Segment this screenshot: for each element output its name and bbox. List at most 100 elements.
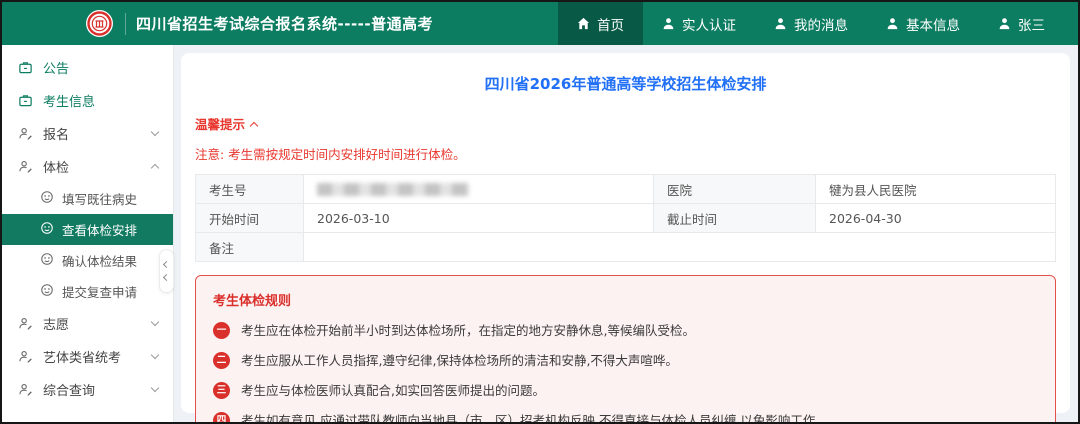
- rule-item: 二 考生应服从工作人员指挥,遵守纪律,保持体检场所的清洁和安静,不得大声喧哗。: [213, 352, 1038, 369]
- examinee-number-value: [304, 175, 654, 204]
- rule-item: 三 考生应与体检医师认真配合,如实回答医师提出的问题。: [213, 382, 1038, 399]
- user-icon: [774, 17, 787, 30]
- sidebar-subitem-fill-medical-history[interactable]: 填写既往病史: [2, 183, 173, 214]
- sidebar-subitem-label: 确认体检结果: [62, 251, 137, 270]
- sidebar-subitem-submit-recheck-request[interactable]: 提交复查申请: [2, 276, 173, 307]
- chevron-down-icon: [151, 318, 159, 326]
- nav-messages-label: 我的消息: [794, 14, 848, 34]
- table-row: 开始时间 2026-03-10 截止时间 2026-04-30: [196, 204, 1056, 233]
- sidebar-item-candidate-info[interactable]: 考生信息: [2, 84, 173, 117]
- exam-rules-panel: 考生体检规则 一 考生应在体检开始前半小时到达体检场所，在指定的地方安静休息,等…: [195, 275, 1056, 424]
- user-icon: [662, 17, 675, 30]
- sidebar-collapse-handle[interactable]: [159, 249, 174, 293]
- app-window: 四川省招生考试综合报名系统-----普通高考 首页 实人认证 我的消息: [0, 0, 1080, 424]
- rule-item: 一 考生应在体检开始前半小时到达体检场所，在指定的地方安静休息,等候编队受检。: [213, 322, 1038, 339]
- page-title: 四川省2026年普通高等学校招生体检安排: [195, 73, 1056, 94]
- examinee-number-redacted: [317, 183, 469, 196]
- nav-home[interactable]: 首页: [558, 2, 643, 45]
- table-row: 备注: [196, 233, 1056, 262]
- sidebar-item-comprehensive-query[interactable]: 综合查询: [2, 373, 173, 406]
- sidebar-item-label: 艺体类省统考: [43, 347, 121, 366]
- rule-text: 考生如有意见,应通过带队教师向当地县（市、区）招考机构反映,不得直接与体检人员纠…: [241, 412, 819, 424]
- top-nav: 首页 实人认证 我的消息 基本信息: [558, 2, 1078, 45]
- sidebar-item-registration[interactable]: 报名: [2, 117, 173, 150]
- start-time-value: 2026-03-10: [304, 204, 654, 233]
- home-icon: [577, 17, 590, 30]
- user-icon: [998, 17, 1011, 30]
- sidebar-item-label: 公告: [43, 58, 69, 77]
- examinee-number-label: 考生号: [196, 175, 304, 204]
- rule-text: 考生应在体检开始前半小时到达体检场所，在指定的地方安静休息,等候编队受检。: [241, 322, 695, 339]
- chevron-left-icon: [163, 274, 170, 281]
- chevron-down-icon: [151, 128, 159, 136]
- user-edit-icon: [17, 316, 33, 331]
- sidebar-subitem-label: 查看体检安排: [62, 220, 137, 239]
- tips-toggle[interactable]: 温馨提示: [195, 114, 1056, 133]
- rule-item: 四 考生如有意见,应通过带队教师向当地县（市、区）招考机构反映,不得直接与体检人…: [213, 412, 1038, 424]
- user-edit-icon: [17, 349, 33, 364]
- remark-label: 备注: [196, 233, 304, 262]
- nav-basic-info-label: 基本信息: [906, 14, 960, 34]
- rule-number-badge: 二: [213, 352, 230, 369]
- hospital-label: 医院: [654, 175, 816, 204]
- sidebar-item-physical-exam[interactable]: 体检: [2, 150, 173, 183]
- chevron-left-icon: [163, 261, 170, 268]
- end-time-value: 2026-04-30: [816, 204, 1056, 233]
- candidate-info-icon: [17, 93, 33, 108]
- nav-username-label: 张三: [1018, 14, 1045, 34]
- announcement-icon: [17, 60, 33, 75]
- nav-user-account[interactable]: 张三: [979, 2, 1064, 45]
- smiley-icon: [40, 221, 54, 238]
- chevron-up-icon: [151, 164, 159, 172]
- table-row: 考生号 医院 犍为县人民医院: [196, 175, 1056, 204]
- user-edit-icon: [17, 159, 33, 174]
- collapse-caret-icon: [250, 121, 258, 129]
- hospital-value: 犍为县人民医院: [816, 175, 1056, 204]
- nav-basic-info[interactable]: 基本信息: [867, 2, 979, 45]
- tips-label: 温馨提示: [195, 114, 245, 133]
- rule-number-badge: 四: [213, 412, 230, 424]
- chevron-down-icon: [151, 384, 159, 392]
- sidebar-item-label: 体检: [43, 157, 69, 176]
- user-edit-icon: [17, 126, 33, 141]
- sidebar-subitem-label: 提交复查申请: [62, 282, 137, 301]
- notice-text: 注意: 考生需按规定时间内安排好时间进行体检。: [195, 144, 1056, 163]
- seal-logo-icon: [86, 10, 113, 37]
- sidebar-item-announcements[interactable]: 公告: [2, 51, 173, 84]
- smiley-icon: [40, 190, 54, 207]
- smiley-icon: [40, 283, 54, 300]
- sidebar: 公告 考生信息 报名 体检: [2, 45, 174, 422]
- brand: 四川省招生考试综合报名系统-----普通高考: [2, 2, 433, 45]
- start-time-label: 开始时间: [196, 204, 304, 233]
- sidebar-item-preferences[interactable]: 志愿: [2, 307, 173, 340]
- nav-identity-label: 实人认证: [682, 14, 736, 34]
- nav-home-label: 首页: [597, 14, 624, 34]
- top-header: 四川省招生考试综合报名系统-----普通高考 首页 实人认证 我的消息: [2, 2, 1078, 45]
- chevron-down-icon: [151, 351, 159, 359]
- end-time-label: 截止时间: [654, 204, 816, 233]
- page-body: 公告 考生信息 报名 体检: [2, 45, 1078, 422]
- sidebar-item-label: 综合查询: [43, 380, 95, 399]
- rule-text: 考生应服从工作人员指挥,遵守纪律,保持体检场所的清洁和安静,不得大声喧哗。: [241, 352, 678, 369]
- app-title: 四川省招生考试综合报名系统-----普通高考: [136, 13, 433, 34]
- user-icon: [886, 17, 899, 30]
- sidebar-item-art-pe-provincial-exam[interactable]: 艺体类省统考: [2, 340, 173, 373]
- sidebar-subitem-view-exam-schedule[interactable]: 查看体检安排: [2, 214, 173, 245]
- rule-text: 考生应与体检医师认真配合,如实回答医师提出的问题。: [241, 382, 545, 399]
- exam-info-table: 考生号 医院 犍为县人民医院 开始时间 2026-03-10 截止时间 2026…: [195, 174, 1056, 262]
- rule-number-badge: 三: [213, 382, 230, 399]
- brand-divider: [125, 13, 126, 35]
- nav-my-messages[interactable]: 我的消息: [755, 2, 867, 45]
- content-card: 四川省2026年普通高等学校招生体检安排 温馨提示 注意: 考生需按规定时间内安…: [181, 53, 1070, 413]
- sidebar-item-label: 志愿: [43, 314, 69, 333]
- sidebar-item-label: 报名: [43, 124, 69, 143]
- user-edit-icon: [17, 382, 33, 397]
- content-area: 四川省2026年普通高等学校招生体检安排 温馨提示 注意: 考生需按规定时间内安…: [174, 45, 1078, 422]
- rules-title: 考生体检规则: [213, 290, 1038, 309]
- sidebar-subitem-confirm-exam-result[interactable]: 确认体检结果: [2, 245, 173, 276]
- sidebar-subitem-label: 填写既往病史: [62, 189, 137, 208]
- nav-identity-verification[interactable]: 实人认证: [643, 2, 755, 45]
- sidebar-item-label: 考生信息: [43, 91, 95, 110]
- remark-value: [304, 233, 1056, 262]
- smiley-icon: [40, 252, 54, 269]
